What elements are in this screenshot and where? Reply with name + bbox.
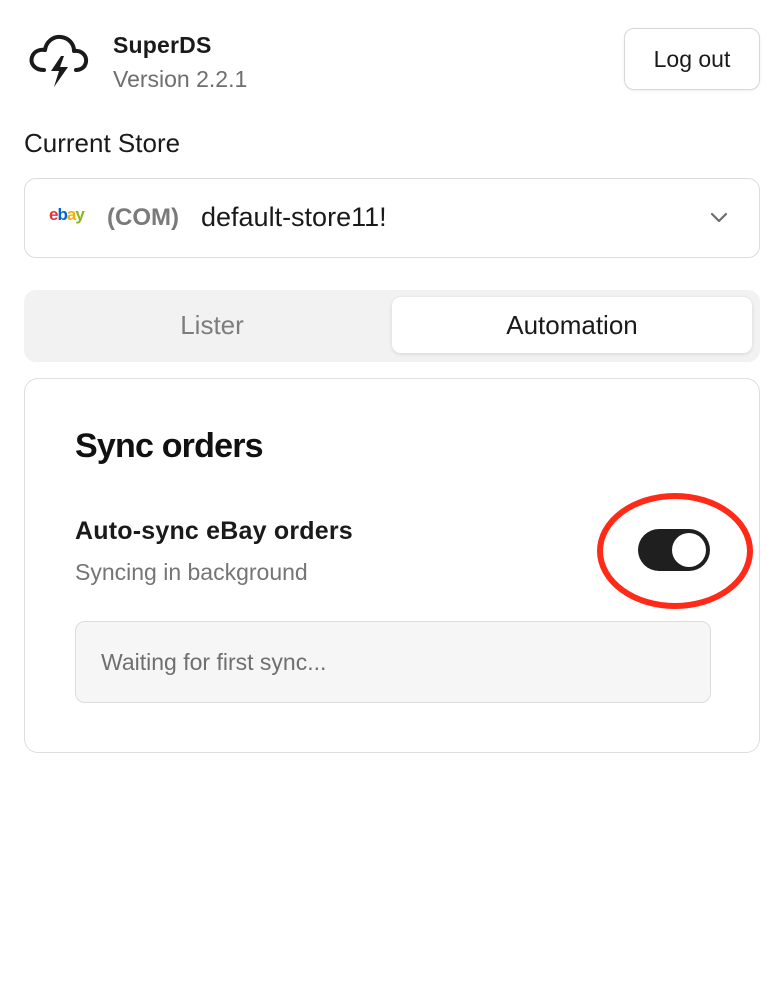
auto-sync-subtitle: Syncing in background xyxy=(75,559,308,585)
sync-status-text: Waiting for first sync... xyxy=(101,649,327,675)
app-version: Version 2.2.1 xyxy=(113,66,248,92)
logout-button[interactable]: Log out xyxy=(624,28,760,90)
ebay-logo: ebay xyxy=(49,205,85,224)
mode-tabs: Lister Automation xyxy=(24,290,760,362)
card-title: Sync orders xyxy=(75,427,264,465)
auto-sync-label: Auto-sync eBay orders xyxy=(75,517,353,545)
current-store-label: Current Store xyxy=(24,128,181,158)
tab-automation[interactable]: Automation xyxy=(392,297,752,353)
store-name: default-store11! xyxy=(201,202,387,232)
sync-orders-card: Sync orders Auto-sync eBay orders Syncin… xyxy=(24,378,760,753)
auto-sync-toggle[interactable] xyxy=(638,529,710,571)
toggle-knob xyxy=(672,533,706,567)
app-name: SuperDS xyxy=(113,32,212,58)
sync-status-box: Waiting for first sync... xyxy=(75,621,711,703)
app-header: SuperDS Version 2.2.1 Log out xyxy=(24,28,760,92)
storm-cloud-icon xyxy=(29,34,89,87)
store-select-dropdown[interactable]: ebay (COM) default-store11! xyxy=(24,178,760,258)
chevron-down-icon xyxy=(710,212,728,223)
store-marketplace: (COM) xyxy=(107,204,179,231)
tab-lister[interactable]: Lister xyxy=(32,297,392,353)
